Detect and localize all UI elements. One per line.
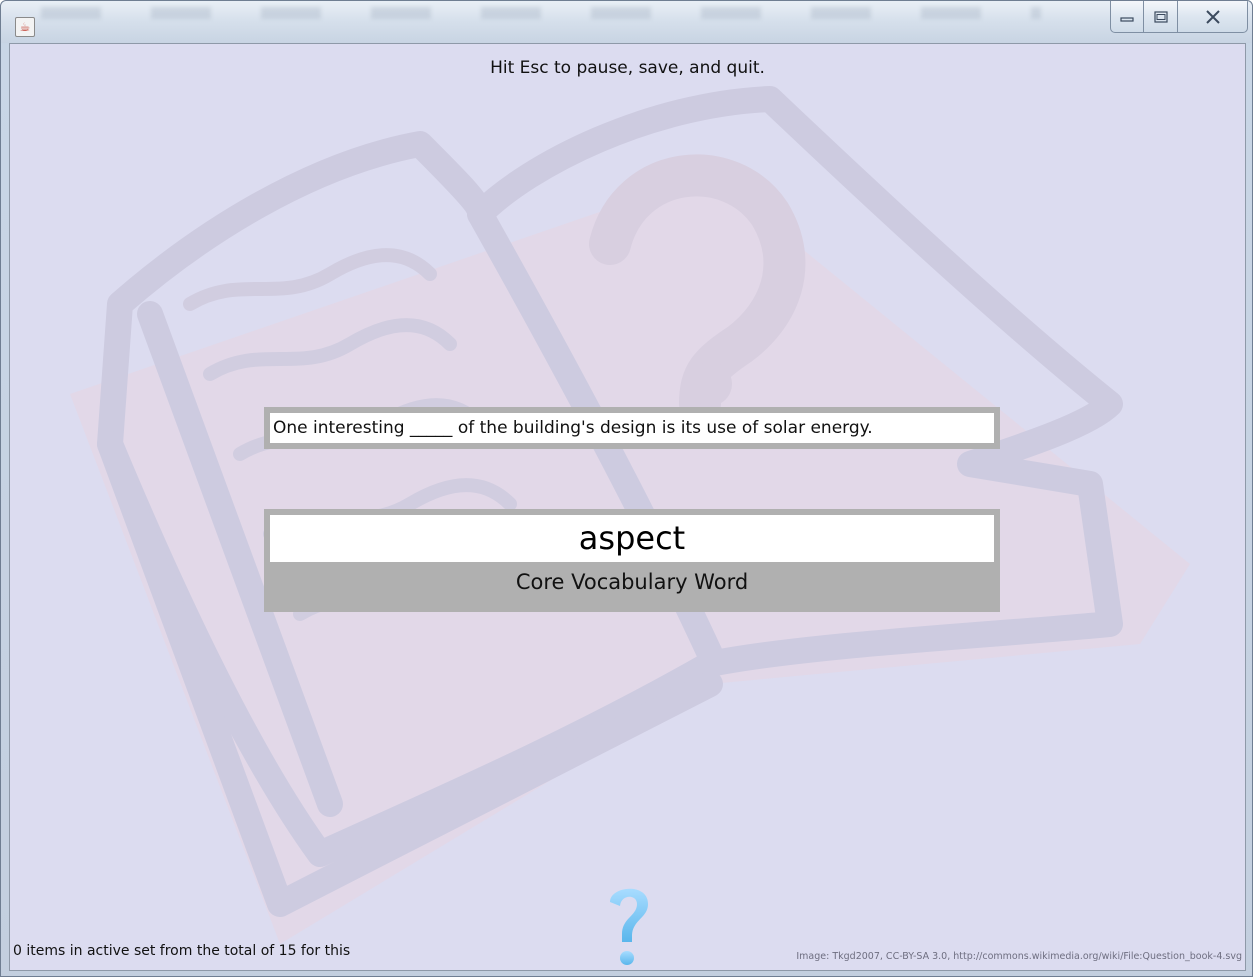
- question-mark-icon[interactable]: [604, 880, 654, 970]
- vocabulary-word: aspect: [270, 515, 994, 562]
- word-category-label: Core Vocabulary Word: [515, 570, 749, 594]
- image-credit: Image: Tkgd2007, CC-BY-SA 3.0, http://co…: [796, 951, 1242, 962]
- status-text: 0 items in active set from the total of …: [13, 943, 351, 959]
- close-icon: [1205, 9, 1220, 24]
- window-controls: [1110, 1, 1248, 35]
- sentence-text: One interesting _____ of the building's …: [270, 413, 994, 443]
- maximize-icon: [1153, 10, 1168, 23]
- sentence-box: One interesting _____ of the building's …: [264, 407, 1000, 449]
- minimize-button[interactable]: [1110, 1, 1144, 33]
- maximize-button[interactable]: [1144, 1, 1178, 33]
- app-window: ☕ Hit Esc to pause, save, and quit. One …: [0, 0, 1253, 977]
- title-bar-background: [41, 7, 1041, 19]
- close-button[interactable]: [1178, 1, 1248, 33]
- title-bar[interactable]: ☕: [1, 1, 1252, 43]
- question-book-watermark: [70, 86, 1190, 944]
- pause-hint: Hit Esc to pause, save, and quit.: [490, 58, 765, 78]
- quiz-panel: Hit Esc to pause, save, and quit. One in…: [9, 43, 1246, 971]
- minimize-icon: [1120, 16, 1134, 22]
- java-coffee-icon[interactable]: ☕: [15, 17, 35, 37]
- vocabulary-word-card[interactable]: aspect Core Vocabulary Word: [264, 509, 1000, 612]
